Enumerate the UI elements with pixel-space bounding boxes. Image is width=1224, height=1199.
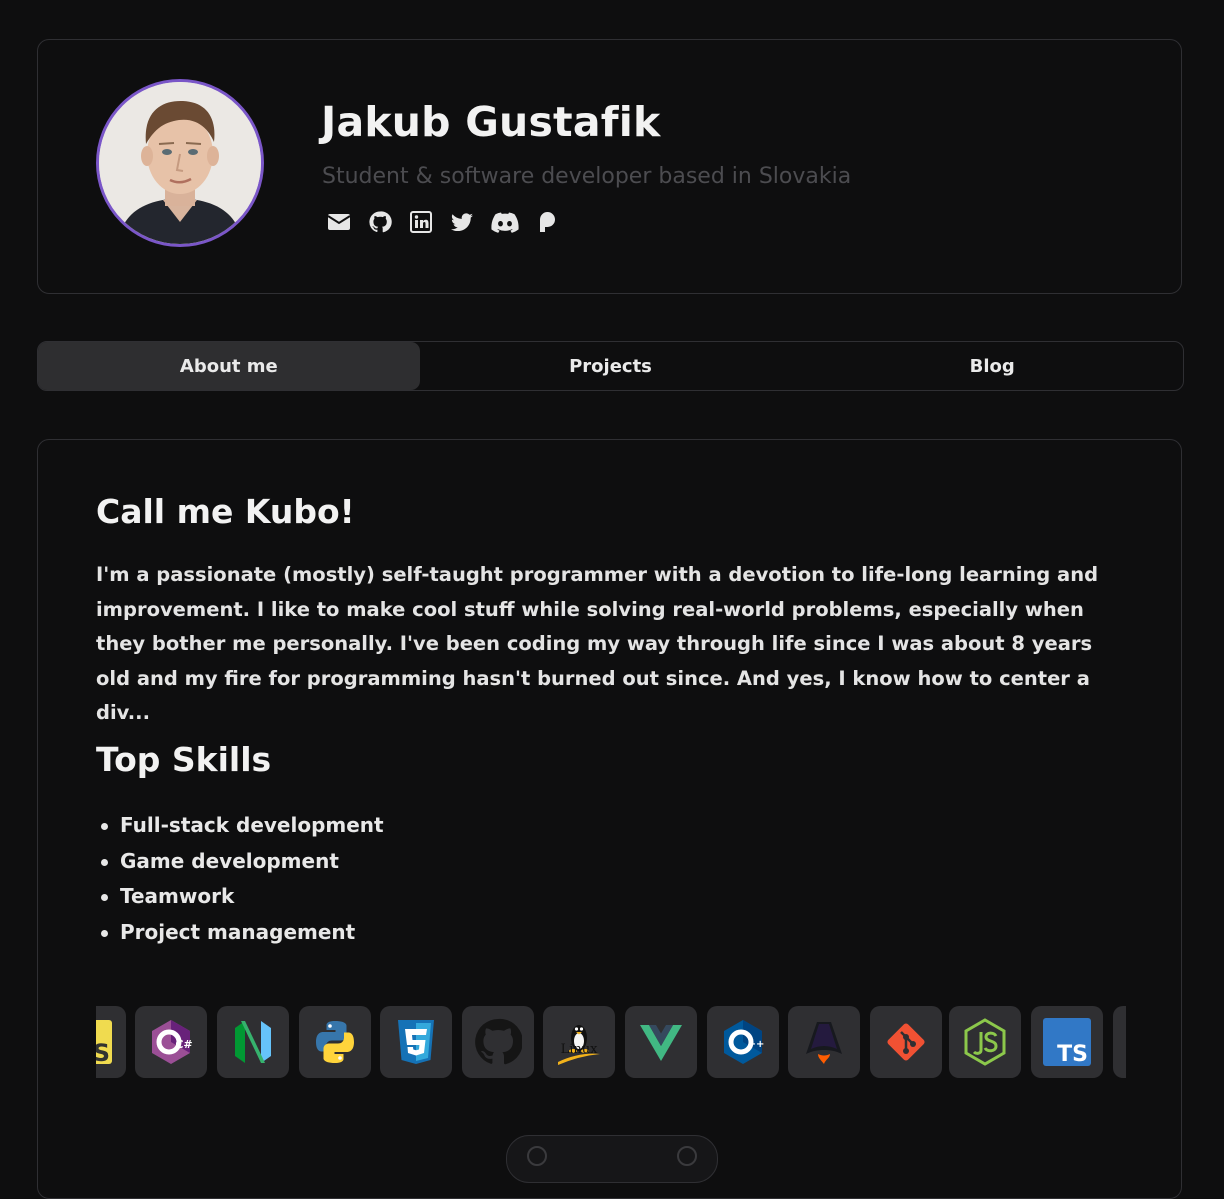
skills-heading: Top Skills — [96, 740, 272, 779]
about-bio: I'm a passionate (mostly) self-taught pr… — [96, 563, 1099, 724]
list-item: Project management — [96, 915, 384, 951]
linux-icon[interactable]: Linux — [543, 1006, 615, 1078]
astro-icon[interactable] — [788, 1006, 860, 1078]
list-item: Teamwork — [96, 879, 384, 915]
tab-blog[interactable]: Blog — [801, 342, 1183, 390]
github-icon[interactable] — [462, 1006, 534, 1078]
tab-about-me[interactable]: About me — [38, 342, 420, 390]
javascript-label: S — [96, 1039, 110, 1066]
typescript-icon[interactable]: TS — [1031, 1006, 1103, 1078]
accessibility-icon[interactable] — [527, 1146, 547, 1166]
list-item: Game development — [96, 844, 384, 880]
vue-icon[interactable] — [625, 1006, 697, 1078]
csharp-icon[interactable]: C# — [135, 1006, 207, 1078]
social-links — [327, 210, 560, 234]
linkedin-icon[interactable] — [409, 210, 433, 234]
javascript-icon[interactable]: S — [96, 1006, 126, 1078]
tech-tile-partial[interactable] — [1113, 1006, 1126, 1078]
css3-icon[interactable] — [380, 1006, 452, 1078]
git-icon[interactable] — [870, 1006, 942, 1078]
mail-icon[interactable] — [327, 210, 351, 234]
cplusplus-label: ++ — [748, 1039, 765, 1050]
profile-card: Jakub Gustafik Student & software develo… — [37, 39, 1182, 294]
tab-projects[interactable]: Projects — [420, 342, 802, 390]
cplusplus-icon[interactable]: ++ — [707, 1006, 779, 1078]
about-card: Call me Kubo! I'm a passionate (mostly) … — [37, 439, 1182, 1199]
nodejs-icon[interactable] — [949, 1006, 1021, 1078]
python-icon[interactable] — [299, 1006, 371, 1078]
neovim-icon[interactable] — [217, 1006, 289, 1078]
profile-name: Jakub Gustafik — [321, 98, 661, 146]
avatar — [96, 79, 264, 247]
discord-icon[interactable] — [491, 210, 519, 234]
patreon-icon[interactable] — [536, 210, 560, 234]
twitter-icon[interactable] — [450, 210, 474, 234]
settings-icon[interactable] — [677, 1146, 697, 1166]
skills-list: Full-stack development Game development … — [96, 808, 384, 950]
tab-bar: About me Projects Blog — [37, 341, 1184, 391]
floating-toolbar[interactable] — [506, 1135, 718, 1183]
list-item: Full-stack development — [96, 808, 384, 844]
github-icon[interactable] — [368, 210, 392, 234]
typescript-label: TS — [1057, 1042, 1088, 1066]
tech-carousel[interactable]: S C# Linux ++ TS — [96, 1006, 1126, 1080]
profile-tagline: Student & software developer based in Sl… — [322, 164, 852, 189]
csharp-label: C# — [175, 1038, 192, 1051]
about-heading: Call me Kubo! — [96, 492, 355, 531]
